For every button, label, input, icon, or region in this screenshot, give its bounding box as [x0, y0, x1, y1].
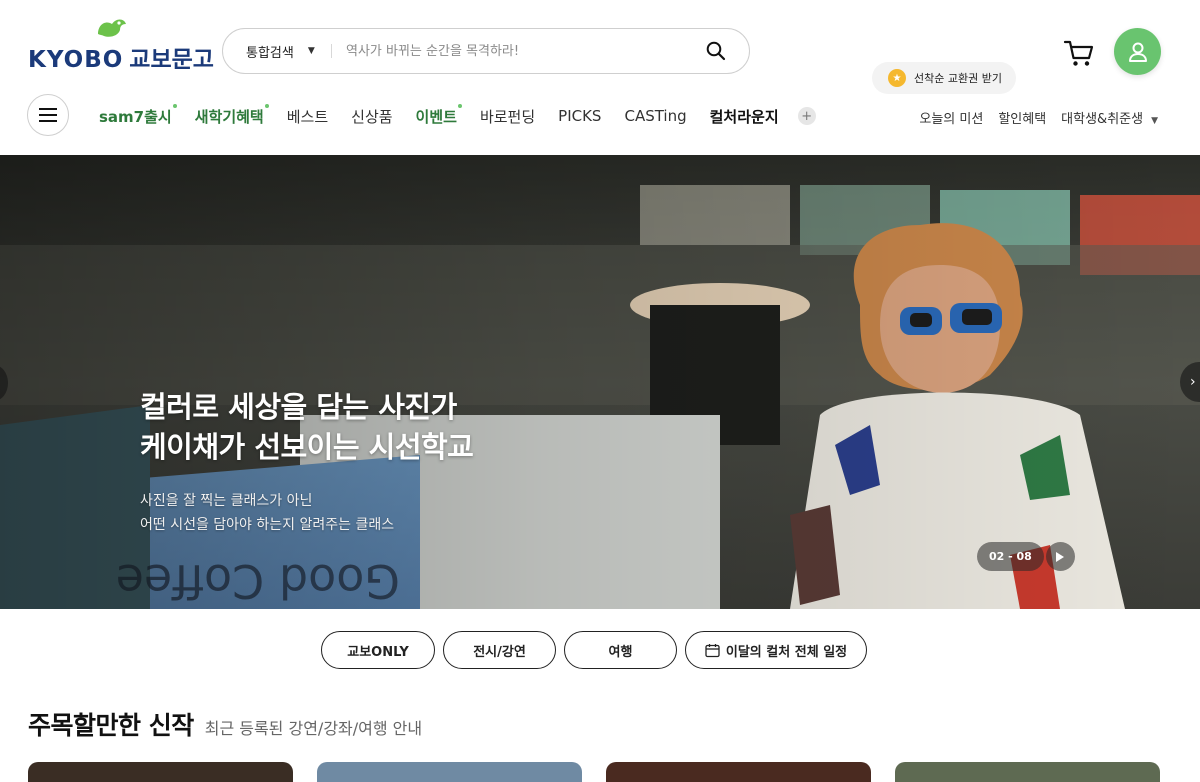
chip-label: 전시/강연 — [473, 644, 526, 660]
section-header: 주목할만한 신작 최근 등록된 강연/강좌/여행 안내 — [28, 706, 422, 742]
hero-title: 컬러로 세상을 담는 사진가 케이채가 선보이는 시선학교 — [140, 387, 474, 467]
chip-label: 교보ONLY — [347, 644, 409, 660]
hero-photo: Good Coffee — [0, 155, 1200, 609]
play-icon — [1056, 551, 1065, 562]
caret-down-icon: ▼ — [307, 46, 315, 56]
list-item[interactable] — [606, 762, 871, 782]
search-input[interactable] — [346, 43, 693, 59]
chip-label: 이달의 컬처 전체 일정 — [725, 644, 848, 660]
section-desc: 최근 등록된 강연/강좌/여행 안내 — [204, 719, 423, 738]
hero-pager: 02 - 08 — [977, 542, 1075, 571]
calendar-icon — [705, 643, 720, 657]
hero-banner[interactable]: Good Coffee › 컬러로 세상을 담는 사진가 케이채가 선보이는 시… — [0, 155, 1200, 609]
chip-exhibition-lecture[interactable]: 전시/강연 — [443, 631, 556, 669]
nav-item-baro-funding[interactable]: 바로펀딩 — [480, 106, 535, 127]
hero-sub-line2: 어떤 시선을 담아야 하는지 알려주는 클래스 — [140, 517, 395, 533]
hero-subtitle: 사진을 잘 찍는 클래스가 아닌 어떤 시선을 담아야 하는지 알려주는 클래스 — [140, 489, 473, 537]
hamburger-icon — [39, 108, 57, 122]
search-icon — [706, 41, 726, 61]
search-scope-select[interactable]: 통합검색 ▼ — [223, 42, 331, 61]
mission-coupon-bubble[interactable]: ★ 선착순 교환권 받기 — [872, 62, 1016, 94]
hero-copy: 컬러로 세상을 담는 사진가 케이채가 선보이는 시선학교 사진을 잘 찍는 클… — [140, 387, 474, 537]
search-scope-label: 통합검색 — [246, 45, 294, 61]
nav-item-casting[interactable]: CASTing — [624, 107, 686, 125]
util-today-mission[interactable]: 오늘의 미션 — [919, 108, 983, 127]
chip-travel[interactable]: 여행 — [564, 631, 677, 669]
nav-more-plus-icon[interactable]: + — [797, 107, 816, 125]
chip-label: 여행 — [608, 644, 633, 660]
bird-logo-icon — [98, 19, 126, 37]
logo-wordmark: KYOBO 교보문고 — [28, 47, 214, 73]
hero-play-button[interactable] — [1045, 542, 1075, 571]
nav-item-new-semester[interactable]: 새학기혜택 — [195, 103, 269, 127]
utility-links: 오늘의 미션 할인혜택 대학생&취준생 ▼ — [919, 108, 1158, 127]
category-chips: 교보ONLY 전시/강연 여행 이달의 컬처 전체 일정 — [321, 631, 875, 669]
user-icon — [1128, 42, 1147, 62]
nav-item-event[interactable]: 이벤트 — [416, 103, 462, 127]
util-discount[interactable]: 할인혜택 — [998, 108, 1046, 127]
site-header: KYOBO교보문고 통합검색 ▼ ★ 선착순 교환권 받기 — [0, 0, 1200, 155]
list-item[interactable] — [317, 762, 582, 782]
search-button[interactable] — [693, 29, 739, 73]
cart-icon — [1063, 40, 1094, 66]
chip-kyobo-only[interactable]: 교보ONLY — [321, 631, 435, 669]
chip-monthly-schedule[interactable]: 이달의 컬처 전체 일정 — [685, 631, 867, 669]
section-title: 주목할만한 신작 — [28, 711, 194, 740]
hero-title-line1: 컬러로 세상을 담는 사진가 — [140, 390, 457, 424]
util-student[interactable]: 대학생&취준생 ▼ — [1061, 108, 1158, 127]
coin-icon: ★ — [888, 69, 906, 87]
hero-sub-line1: 사진을 잘 찍는 클래스가 아닌 — [140, 493, 313, 509]
hero-page-count: 02 - 08 — [977, 542, 1044, 571]
list-item[interactable] — [28, 762, 293, 782]
main-nav: sam7출시 새학기혜택 베스트 신상품 이벤트 바로펀딩 PICKS CAST… — [99, 103, 816, 128]
new-dot — [264, 103, 269, 108]
list-item[interactable] — [895, 762, 1160, 782]
menu-button[interactable] — [27, 94, 69, 136]
nav-item-sam7[interactable]: sam7출시 — [99, 103, 177, 127]
search-bar: 통합검색 ▼ — [222, 28, 750, 74]
caret-down-icon: ▼ — [1151, 116, 1158, 126]
kyobo-logo[interactable]: KYOBO 교보문고 — [28, 14, 214, 73]
nav-item-picks[interactable]: PICKS — [558, 107, 601, 125]
mission-bubble-label: 선착순 교환권 받기 — [914, 72, 1002, 85]
cart-button[interactable] — [1063, 38, 1095, 68]
search-divider — [331, 44, 332, 58]
new-dot — [457, 103, 462, 108]
new-dot — [172, 103, 177, 108]
nav-item-culture-lounge[interactable]: 컬처라운지 — [710, 106, 779, 127]
new-items-list — [28, 762, 1184, 782]
hero-title-line2: 케이채가 선보이는 시선학교 — [140, 430, 474, 464]
profile-button[interactable] — [1114, 28, 1161, 75]
nav-item-best[interactable]: 베스트 — [287, 106, 328, 127]
nav-item-new-products[interactable]: 신상품 — [351, 106, 392, 127]
